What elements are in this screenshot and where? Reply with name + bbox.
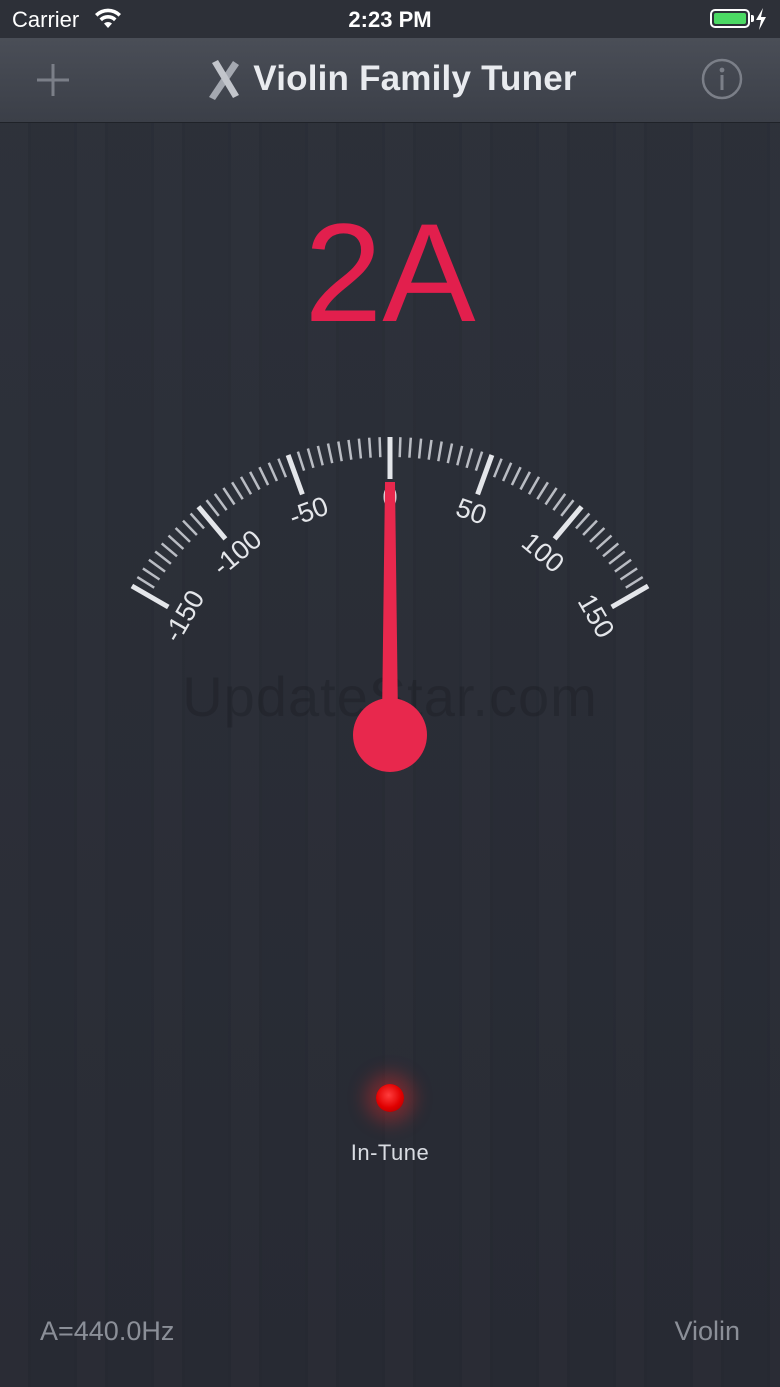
battery-icon xyxy=(710,9,754,28)
minor-tick xyxy=(427,439,433,460)
minor-tick xyxy=(357,438,363,459)
minor-tick xyxy=(306,448,315,469)
violin-bow-logo-icon xyxy=(209,60,240,100)
minor-tick xyxy=(277,458,288,478)
minor-tick xyxy=(527,476,541,495)
minor-tick xyxy=(552,493,567,511)
navigation-bar: Violin Family Tuner xyxy=(0,38,780,123)
minor-tick xyxy=(510,466,522,486)
minor-tick xyxy=(560,499,575,517)
instrument-selector[interactable]: Violin xyxy=(674,1316,740,1347)
detected-note: 2A xyxy=(304,194,476,351)
needle-hub xyxy=(353,698,427,772)
page-title: Violin Family Tuner xyxy=(253,59,577,98)
minor-tick xyxy=(347,439,353,460)
minor-tick xyxy=(544,487,558,506)
major-tick xyxy=(552,505,584,541)
info-button[interactable] xyxy=(700,57,744,101)
status-bar: Carrier 2:23 PM xyxy=(0,0,780,38)
minor-tick xyxy=(446,443,454,464)
minor-tick xyxy=(222,487,236,506)
minor-tick xyxy=(608,550,626,565)
minor-tick xyxy=(595,534,613,550)
major-tick xyxy=(610,583,650,610)
major-tick xyxy=(130,583,170,610)
minor-tick xyxy=(614,558,632,573)
reference-pitch-button[interactable]: A=440.0Hz xyxy=(40,1316,174,1347)
in-tune-indicator-light xyxy=(376,1084,404,1112)
minor-tick xyxy=(174,527,191,543)
minor-tick xyxy=(398,437,402,458)
gauge-needle xyxy=(353,482,427,772)
minor-tick xyxy=(316,445,324,466)
minor-tick xyxy=(167,534,185,550)
nav-title: Violin Family Tuner xyxy=(0,56,780,102)
minor-tick xyxy=(625,576,644,589)
minor-tick xyxy=(408,437,413,458)
info-icon xyxy=(701,58,743,100)
gauge-label: -50 xyxy=(285,491,332,533)
minor-tick xyxy=(136,576,155,589)
minor-tick xyxy=(154,550,172,565)
minor-tick xyxy=(589,527,606,543)
minor-tick xyxy=(378,437,382,458)
minor-tick xyxy=(474,451,484,471)
minor-tick xyxy=(267,462,279,482)
minor-tick xyxy=(213,493,228,511)
minor-tick xyxy=(160,542,178,558)
major-tick xyxy=(196,505,228,541)
minor-tick xyxy=(239,476,253,495)
charging-bolt-icon xyxy=(756,8,766,30)
gauge-label: -100 xyxy=(207,524,268,582)
minor-tick xyxy=(417,438,423,459)
minor-tick xyxy=(492,458,503,478)
minor-tick xyxy=(148,558,166,573)
minor-tick xyxy=(248,471,261,491)
gauge-label: 150 xyxy=(572,589,621,643)
minor-tick xyxy=(582,519,598,536)
minor-tick xyxy=(575,512,591,530)
minor-tick xyxy=(296,451,306,471)
minor-tick xyxy=(205,499,220,517)
minor-tick xyxy=(536,481,549,500)
gauge-label: 100 xyxy=(516,527,570,579)
minor-tick xyxy=(519,471,532,491)
minor-tick xyxy=(326,443,334,464)
minor-tick xyxy=(456,445,464,466)
minor-tick xyxy=(619,567,638,581)
minor-tick xyxy=(367,437,372,458)
minor-tick xyxy=(337,441,343,462)
gauge-label: 50 xyxy=(452,492,490,530)
in-tune-label: In-Tune xyxy=(350,1140,430,1165)
minor-tick xyxy=(231,481,244,500)
minor-tick xyxy=(501,462,513,482)
minor-tick xyxy=(465,448,474,469)
minor-tick xyxy=(142,567,161,581)
clock: 2:23 PM xyxy=(348,7,432,32)
minor-tick xyxy=(602,542,620,558)
minor-tick xyxy=(437,441,443,462)
minor-tick xyxy=(182,519,198,536)
tuning-gauge: -150-100-50050100150 xyxy=(130,437,650,772)
minor-tick xyxy=(258,466,270,486)
gauge-label: -150 xyxy=(157,585,210,647)
needle xyxy=(382,482,398,720)
minor-tick xyxy=(189,512,205,530)
